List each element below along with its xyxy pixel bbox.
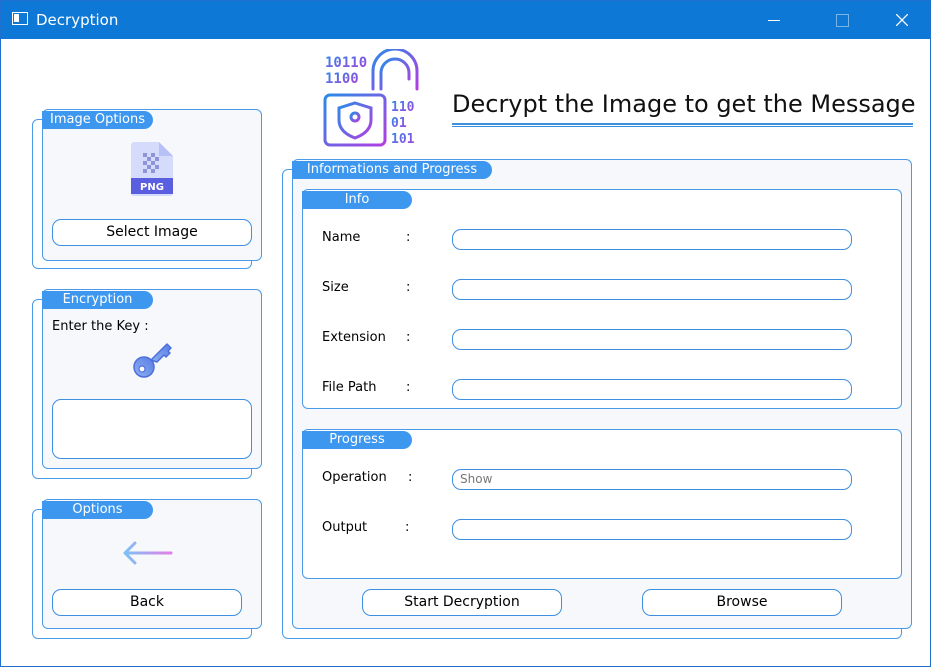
key-prompt-label: Enter the Key : (52, 319, 149, 334)
png-badge: PNG (140, 182, 164, 193)
size-colon: : (406, 280, 411, 295)
key-icon (133, 343, 172, 378)
extension-label: Extension (322, 330, 386, 345)
svg-text:101: 101 (391, 132, 415, 147)
window-title: Decryption (36, 11, 119, 29)
operation-field[interactable]: Show (452, 469, 852, 490)
info-progress-label: Informations and Progress (292, 161, 492, 179)
page-title: Decrypt the Image to get the Message (452, 90, 916, 118)
svg-text:10110: 10110 (325, 55, 367, 71)
close-icon (896, 14, 908, 26)
minimize-button[interactable] (749, 1, 795, 39)
file-path-field[interactable] (452, 379, 852, 400)
info-label: Info (302, 191, 412, 209)
svg-text:1100: 1100 (325, 71, 359, 87)
name-field[interactable] (452, 229, 852, 250)
png-file-icon: PNG (131, 142, 173, 196)
progress-label: Progress (302, 431, 412, 449)
output-colon: : (405, 520, 410, 535)
close-button[interactable] (879, 1, 925, 39)
output-label: Output (322, 520, 368, 535)
start-decryption-button[interactable]: Start Decryption (362, 589, 562, 616)
size-label: Size (322, 280, 349, 295)
title-bar: Decryption (1, 1, 930, 39)
back-button[interactable]: Back (52, 589, 242, 616)
file-path-colon: : (406, 380, 411, 395)
output-field[interactable] (452, 519, 852, 540)
operation-colon: : (408, 470, 413, 485)
decryption-window: Decryption 10110 1100 110 01 101 Decrypt… (0, 0, 931, 667)
file-path-label: File Path (322, 380, 377, 395)
encryption-label: Encryption (42, 291, 153, 309)
progress-group (302, 429, 902, 579)
options-label: Options (42, 501, 153, 519)
svg-text:01: 01 (391, 116, 407, 131)
name-colon: : (406, 230, 411, 245)
extension-colon: : (406, 330, 411, 345)
back-arrow-icon (123, 541, 173, 565)
svg-text:110: 110 (391, 100, 415, 115)
title-underline (452, 123, 913, 127)
browse-button[interactable]: Browse (642, 589, 842, 616)
decrypt-lock-logo: 10110 1100 110 01 101 (323, 49, 419, 147)
extension-field[interactable] (452, 329, 852, 350)
image-options-label: Image Options (42, 111, 153, 129)
size-field[interactable] (452, 279, 852, 300)
name-label: Name (322, 230, 361, 245)
select-image-button[interactable]: Select Image (52, 219, 252, 246)
maximize-button[interactable] (818, 1, 864, 39)
operation-label: Operation (322, 470, 387, 485)
key-input[interactable] (52, 399, 252, 459)
app-icon (12, 12, 28, 25)
